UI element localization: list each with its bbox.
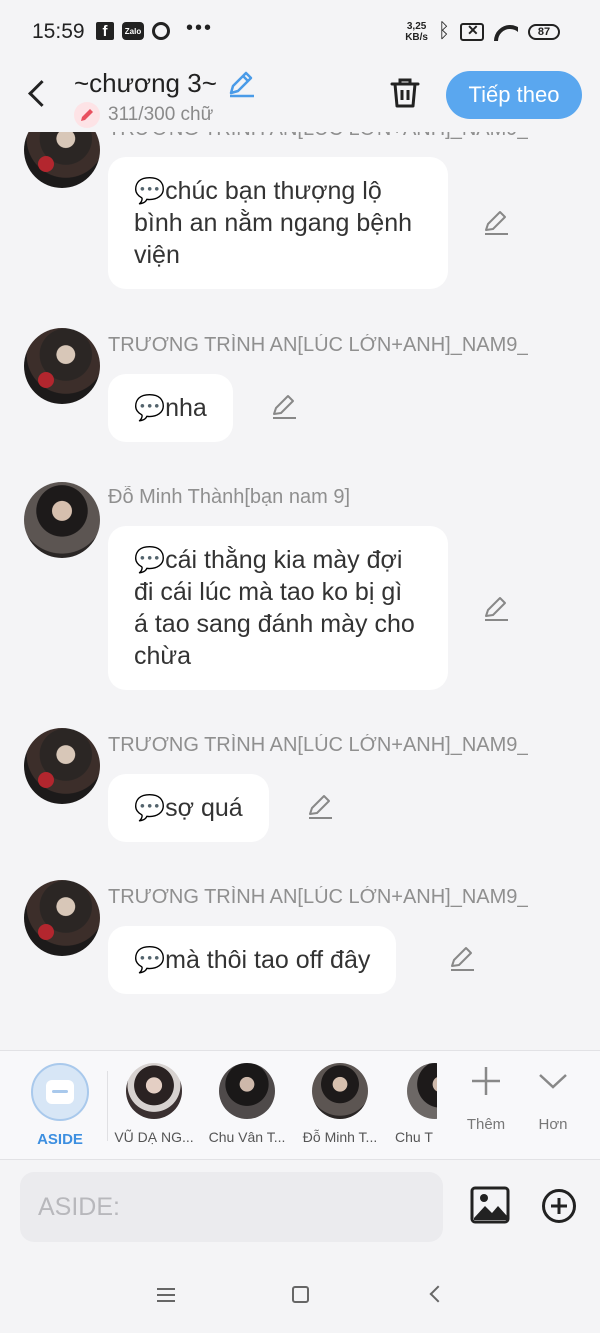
chapter-title[interactable]: ~chương 3~ — [74, 68, 217, 99]
home-icon[interactable] — [292, 1286, 309, 1303]
more-notifications-icon: ••• — [186, 16, 214, 39]
image-icon[interactable] — [470, 1186, 510, 1224]
character-bar: ASIDE VŨ DẠ NG... Chu Vân T... Đỗ Minh T… — [0, 1050, 600, 1160]
word-count-row: 311/300 chữ — [74, 102, 213, 128]
character-item[interactable]: Chu T — [387, 1063, 437, 1145]
back-icon[interactable] — [22, 76, 52, 110]
edit-icon[interactable] — [482, 208, 510, 236]
nav-back-icon[interactable] — [429, 1285, 447, 1303]
composer — [0, 1160, 600, 1260]
message-bubble[interactable]: 💬sợ quá — [108, 774, 269, 842]
avatar — [312, 1063, 368, 1119]
character-item[interactable]: Chu Vân T... — [201, 1063, 293, 1145]
battery-indicator: 87 — [528, 23, 560, 40]
edit-icon[interactable] — [270, 392, 298, 420]
aside-icon — [46, 1080, 74, 1104]
aside-button[interactable] — [31, 1063, 89, 1121]
notification-icons: f Zalo ••• — [96, 17, 213, 40]
network-speed: 3,25 KB/s — [405, 20, 428, 43]
wifi-icon — [494, 23, 518, 41]
aside-input[interactable] — [20, 1172, 443, 1242]
more-characters-button[interactable]: Hơn — [523, 1065, 583, 1133]
edit-icon[interactable] — [448, 944, 476, 972]
avatar — [407, 1063, 437, 1119]
character-item[interactable]: VŨ DẠ NG... — [108, 1063, 200, 1145]
recents-icon[interactable] — [157, 1288, 175, 1302]
sender-name: TRƯƠNG TRÌNH AN[LÚC LỚN+ANH]_NAM9_ — [108, 132, 528, 141]
word-count: 311/300 chữ — [108, 104, 214, 125]
system-nav-bar — [0, 1260, 600, 1333]
message-bubble[interactable]: 💬cái thằng kia mày đợi đi cái lúc mà tao… — [108, 526, 448, 690]
character-item[interactable]: Đỗ Minh T... — [294, 1063, 386, 1145]
sender-name: TRƯƠNG TRÌNH AN[LÚC LỚN+ANH]_NAM9_ — [108, 334, 528, 356]
avatar[interactable] — [24, 328, 100, 404]
system-icons: 3,25 KB/s ᛒ 87 — [405, 20, 560, 43]
avatar — [126, 1063, 182, 1119]
trash-icon[interactable] — [388, 76, 422, 110]
avatar[interactable] — [24, 132, 100, 188]
ball-icon — [152, 22, 170, 40]
facebook-icon: f — [96, 22, 114, 40]
character-name: Chu Vân T... — [208, 1129, 286, 1145]
avatar[interactable] — [24, 728, 100, 804]
message-list[interactable]: TRƯƠNG TRÌNH AN[LÚC LỚN+ANH]_NAM9_ 💬chúc… — [0, 132, 600, 1050]
pencil-icon — [74, 102, 100, 128]
edit-icon[interactable] — [306, 792, 334, 820]
message-bubble[interactable]: 💬mà thôi tao off đây — [108, 926, 397, 994]
plus-icon — [472, 1067, 500, 1095]
bluetooth-icon: ᛒ — [438, 20, 450, 42]
sender-name: Đỗ Minh Thành[bạn nam 9] — [108, 486, 351, 508]
message-bubble[interactable]: 💬nha — [108, 374, 233, 442]
sender-name: TRƯƠNG TRÌNH AN[LÚC LỚN+ANH]_NAM9_ — [108, 886, 528, 908]
avatar — [219, 1063, 275, 1119]
more-label: Hơn — [538, 1116, 568, 1133]
add-character-button[interactable]: Thêm — [456, 1065, 516, 1133]
edit-icon[interactable] — [482, 594, 510, 622]
edit-title-icon[interactable] — [226, 68, 256, 98]
character-name: Đỗ Minh T... — [302, 1129, 378, 1145]
character-name: Chu T — [395, 1129, 433, 1145]
sim-off-icon — [460, 22, 484, 41]
status-time: 15:59 — [32, 20, 85, 43]
add-label: Thêm — [466, 1116, 506, 1133]
next-button[interactable]: Tiếp theo — [446, 71, 582, 119]
sender-name: TRƯƠNG TRÌNH AN[LÚC LỚN+ANH]_NAM9_ — [108, 734, 528, 756]
avatar[interactable] — [24, 880, 100, 956]
chevron-down-icon — [539, 1074, 567, 1089]
avatar[interactable] — [24, 482, 100, 558]
zalo-icon: Zalo — [122, 22, 144, 40]
message-bubble[interactable]: 💬chúc bạn thượng lộ bình an nằm ngang bệ… — [108, 157, 448, 289]
add-circle-icon[interactable] — [541, 1188, 577, 1224]
editor-header: ~chương 3~ 311/300 chữ Tiếp theo — [0, 62, 600, 132]
status-bar: 15:59 f Zalo ••• 3,25 KB/s ᛒ 87 — [0, 0, 600, 62]
aside-label: ASIDE — [37, 1131, 83, 1148]
character-name: VŨ DẠ NG... — [114, 1129, 194, 1145]
